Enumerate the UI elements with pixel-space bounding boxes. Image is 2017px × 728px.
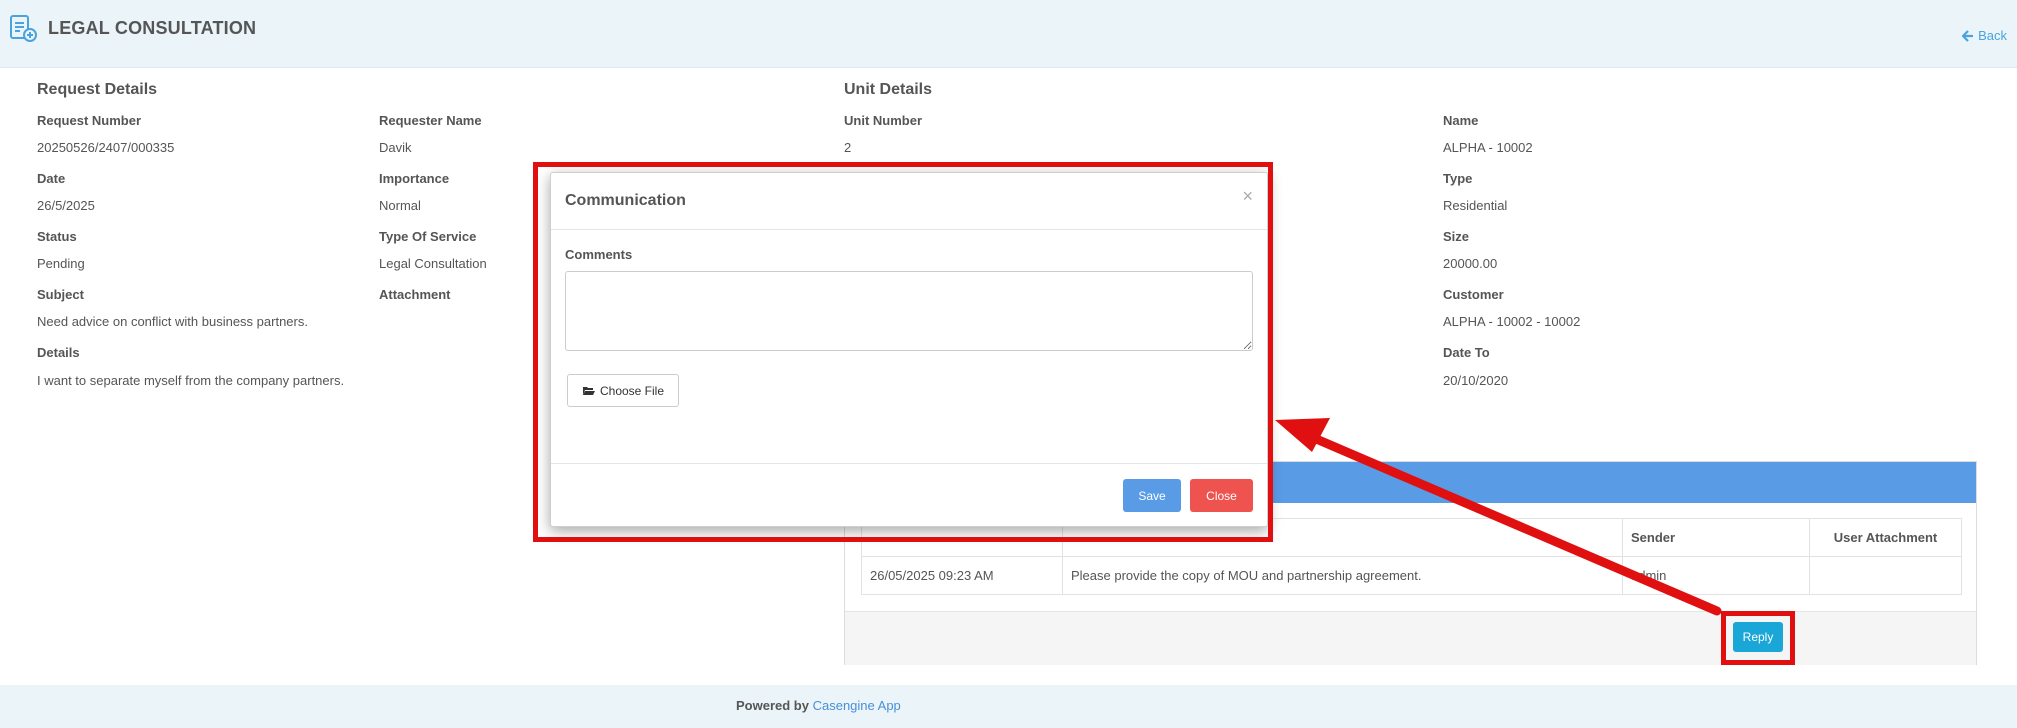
powered-by-label: Powered by (736, 698, 809, 713)
unit-number-value: 2 (844, 140, 852, 155)
powered-by-text: Powered by Casengine App (736, 698, 901, 713)
row-sender: admin (1622, 556, 1810, 595)
choose-file-button[interactable]: Choose File (567, 374, 679, 407)
unit-size-label: Size (1443, 229, 1470, 244)
page-title: LEGAL CONSULTATION (48, 18, 257, 38)
attachment-label: Attachment (379, 287, 451, 302)
page-header: LEGAL CONSULTATION Back (0, 0, 2017, 68)
type-of-service-value: Legal Consultation (379, 256, 487, 271)
date-value: 26/5/2025 (37, 198, 95, 213)
request-details-title: Request Details (37, 81, 158, 98)
unit-type-value: Residential (1443, 198, 1508, 213)
column-header-sender: Sender (1622, 518, 1810, 557)
communication-panel-footer (845, 611, 1976, 665)
comments-textarea[interactable] (565, 271, 1253, 351)
save-button[interactable]: Save (1123, 479, 1181, 512)
request-number-label: Request Number (37, 113, 142, 128)
back-link[interactable]: Back (1962, 28, 2007, 43)
subject-value: Need advice on conflict with business pa… (37, 314, 308, 329)
details-label: Details (37, 345, 80, 360)
requester-name-label: Requester Name (379, 113, 482, 128)
modal-title: Communication (565, 192, 686, 209)
requester-name-value: Davik (379, 140, 412, 155)
communication-modal: Communication × Comments Choose File Sav… (550, 172, 1268, 527)
folder-open-icon (582, 387, 595, 395)
comments-label: Comments (565, 247, 633, 262)
customer-label: Customer (1443, 287, 1504, 302)
communication-table: Sender User Attachment 26/05/2025 09:23 … (861, 518, 1962, 595)
column-header-user-attachment: User Attachment (1809, 518, 1962, 557)
importance-value: Normal (379, 198, 421, 213)
status-value: Pending (37, 256, 85, 271)
close-button[interactable]: Close (1190, 479, 1253, 512)
subject-label: Subject (37, 287, 84, 302)
row-message: Please provide the copy of MOU and partn… (1062, 556, 1623, 595)
customer-value: ALPHA - 10002 - 10002 (1443, 314, 1581, 329)
row-attachment (1809, 556, 1962, 595)
unit-type-label: Type (1443, 171, 1473, 186)
modal-footer-divider (551, 463, 1267, 464)
close-icon[interactable]: × (1242, 187, 1253, 205)
status-label: Status (37, 229, 77, 244)
reply-button[interactable]: Reply (1733, 622, 1783, 652)
unit-number-label: Unit Number (844, 113, 922, 128)
unit-name-label: Name (1443, 113, 1479, 128)
unit-details-title: Unit Details (844, 81, 933, 98)
date-to-value: 20/10/2020 (1443, 373, 1509, 388)
page-footer: Powered by Casengine App (0, 685, 2017, 728)
request-number-value: 20250526/2407/000335 (37, 140, 175, 155)
table-row: 26/05/2025 09:23 AM Please provide the c… (861, 556, 1962, 595)
unit-size-value: 20000.00 (1443, 256, 1498, 271)
choose-file-label: Choose File (599, 383, 665, 398)
details-value: I want to separate myself from the compa… (37, 373, 345, 388)
importance-label: Importance (379, 171, 450, 186)
date-label: Date (37, 171, 66, 186)
document-add-icon (10, 15, 37, 42)
brand-link[interactable]: Casengine App (813, 698, 901, 713)
unit-name-value: ALPHA - 10002 (1443, 140, 1533, 155)
arrow-left-icon (1962, 29, 1974, 42)
type-of-service-label: Type Of Service (379, 229, 477, 244)
modal-header-divider (551, 229, 1267, 230)
back-label: Back (1978, 28, 2007, 43)
row-date: 26/05/2025 09:23 AM (861, 556, 1063, 595)
date-to-label: Date To (1443, 345, 1490, 360)
